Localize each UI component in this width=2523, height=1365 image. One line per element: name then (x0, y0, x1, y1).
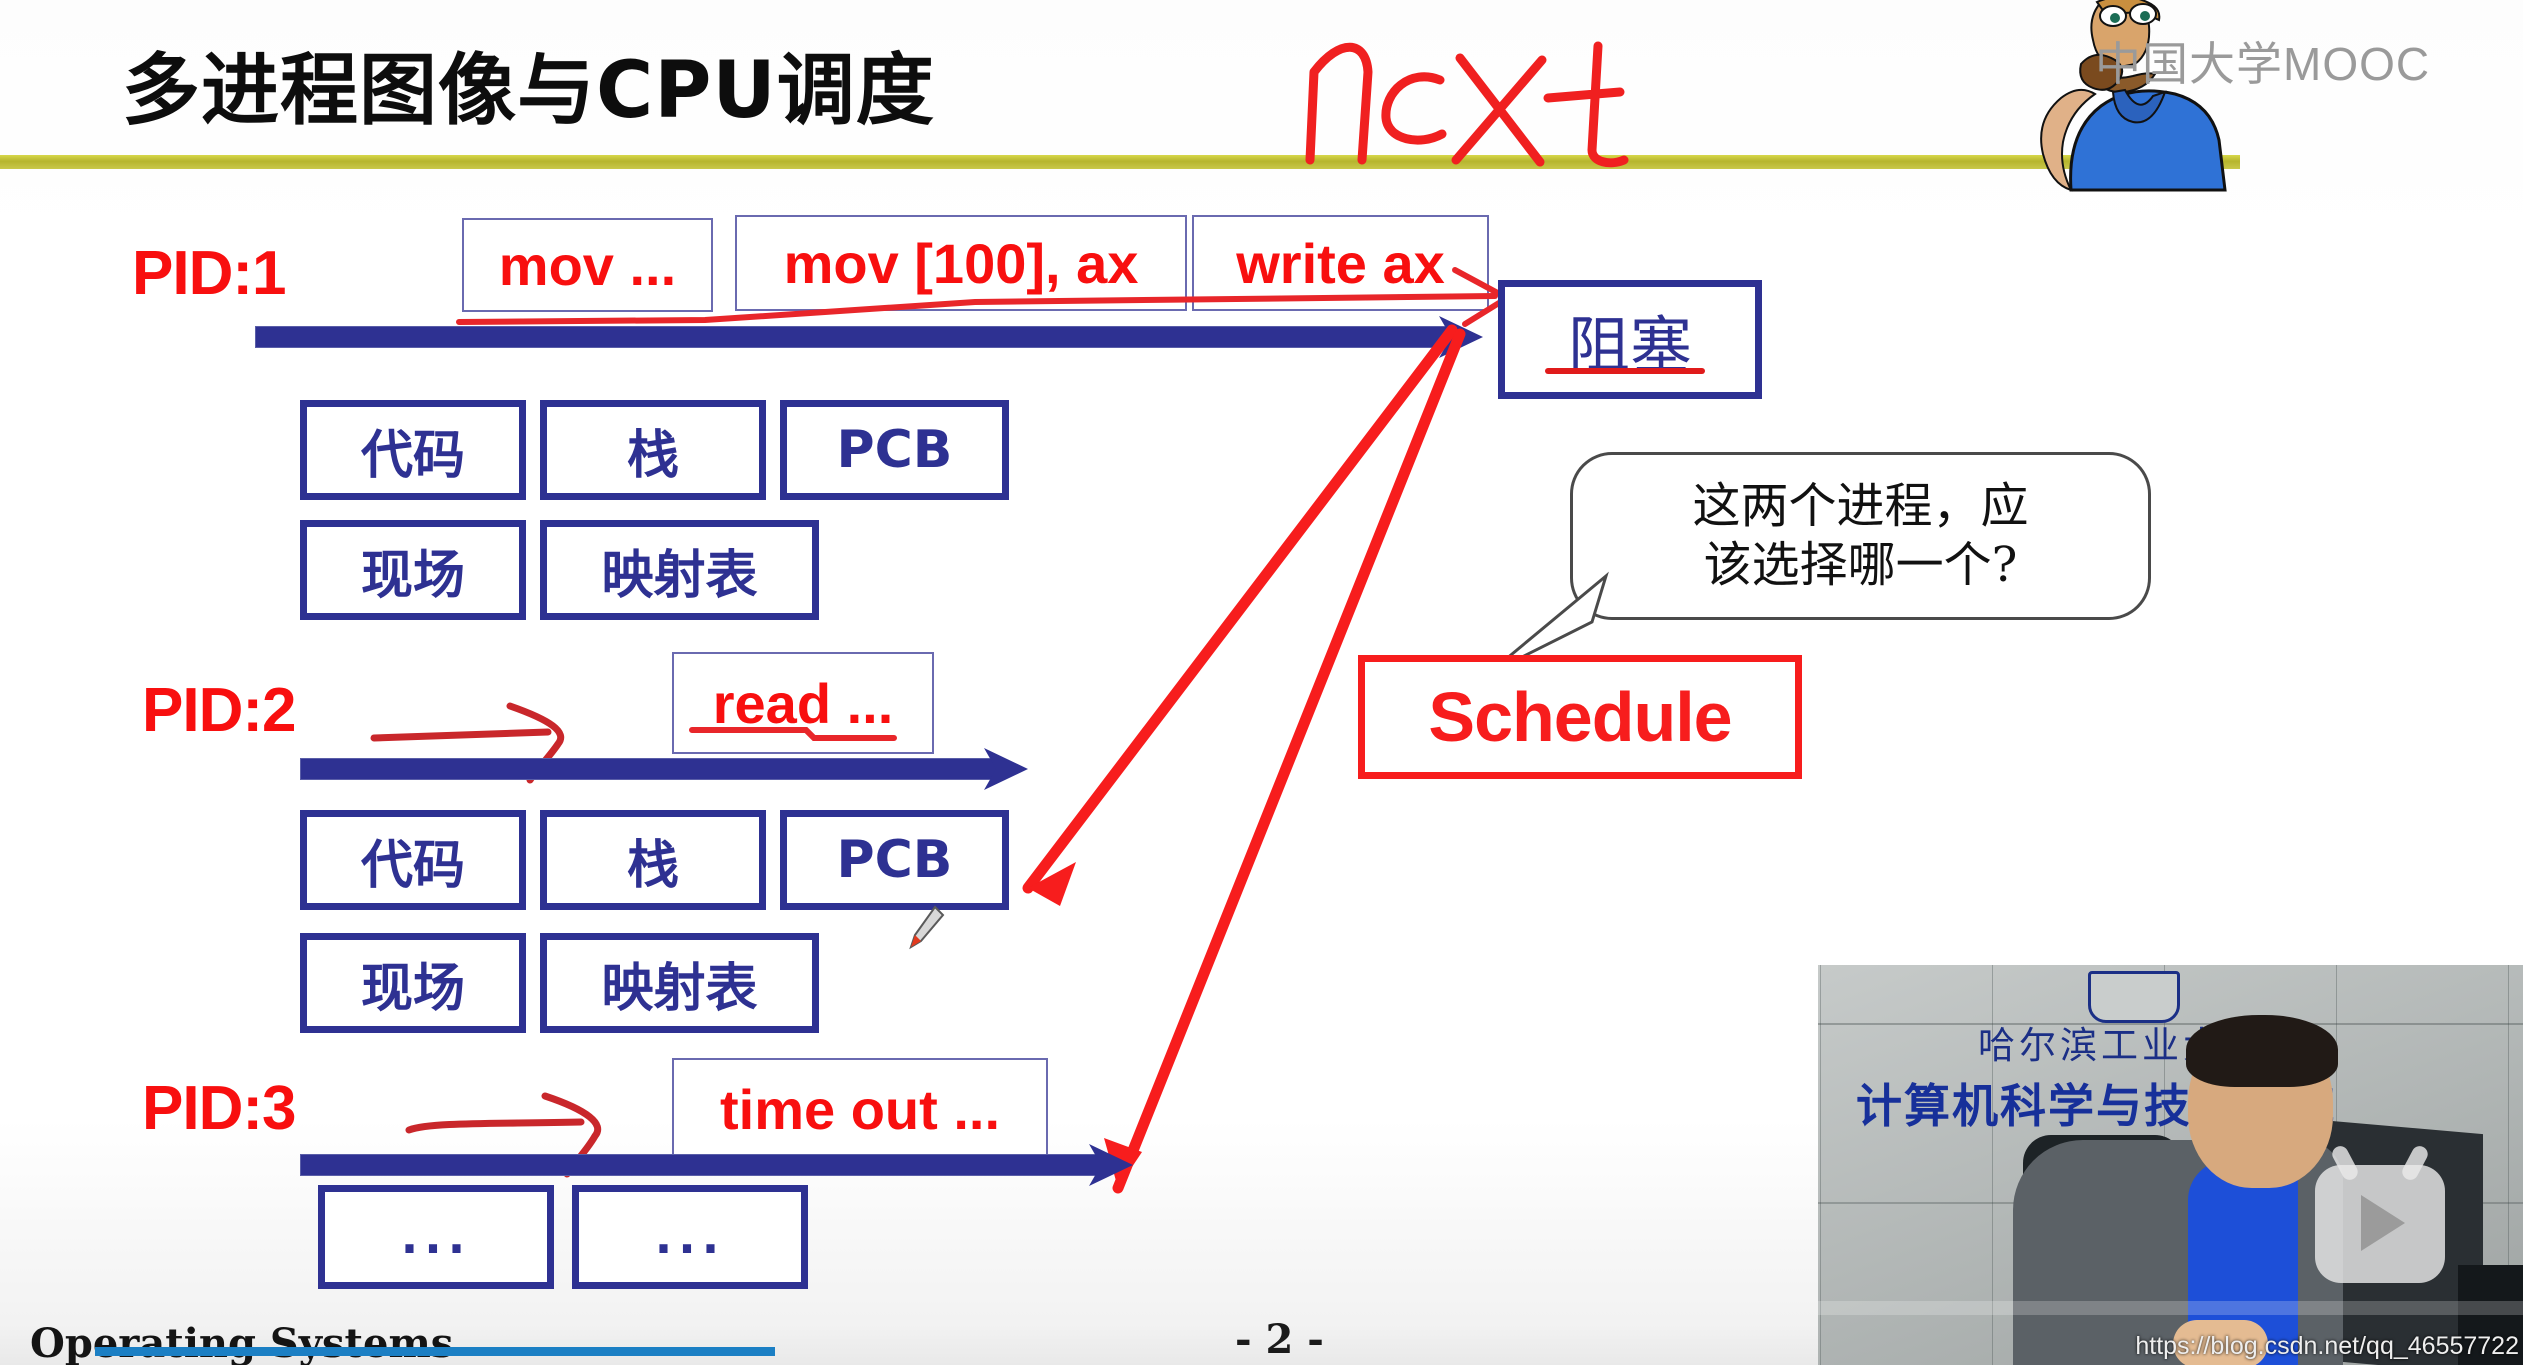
pid-1-block-code: 代码 (300, 400, 526, 500)
pid-3-instruction-timeout: time out ... (672, 1058, 1048, 1160)
schedule-label: Schedule (1428, 678, 1732, 756)
lecture-video-thumbnail[interactable]: 哈尔滨工业大学 计算机科学与技术学院 https://blog.csdn.net… (1818, 965, 2523, 1365)
video-lecturer-hair (2186, 1015, 2338, 1087)
pid-1-label: PID:1 (132, 239, 286, 308)
pid-2-timeline-arrow (300, 748, 1030, 790)
page-number: - 2 - (1235, 1316, 1324, 1363)
pid-2-block-code: 代码 (300, 810, 526, 910)
pid-3-label: PID:3 (142, 1074, 296, 1143)
pid-1-block-pcb: PCB (780, 400, 1009, 500)
play-button-icon[interactable] (2315, 1165, 2445, 1283)
schedule-box: Schedule (1358, 655, 1802, 779)
title-divider-rule (0, 155, 2240, 169)
handwritten-next-annotation (1280, 10, 1660, 170)
video-url-watermark: https://blog.csdn.net/qq_46557722 (2135, 1332, 2519, 1360)
pid-2-block-stack: 栈 (540, 810, 766, 910)
pid-1-block-context: 现场 (300, 520, 526, 620)
pen-cursor-icon (905, 905, 945, 951)
pid-1-block-stack: 栈 (540, 400, 766, 500)
page-title: 多进程图像与CPU调度 (122, 46, 935, 136)
pid-3-timeline-arrow (300, 1144, 1135, 1186)
pid-3-block-ellipsis-2: ... (572, 1185, 808, 1289)
video-scanline (1818, 1301, 2523, 1315)
pid-2-label: PID:2 (142, 676, 296, 745)
pid-2-read-underline (688, 718, 918, 744)
pid-1-block-maptable: 映射表 (540, 520, 819, 620)
footer-course-name: Operating Systems (30, 1320, 454, 1365)
pid-2-block-pcb: PCB (780, 810, 1009, 910)
question-speech-bubble: 这两个进程，应 该选择哪一个? (1570, 452, 2151, 620)
bubble-line-1: 这两个进程，应 (1692, 478, 2029, 535)
footer-strike-line (95, 1347, 775, 1356)
pid-3-block-ellipsis-1: ... (318, 1185, 554, 1289)
pid-2-block-maptable: 映射表 (540, 933, 819, 1033)
pid-2-block-context: 现场 (300, 933, 526, 1033)
bubble-line-2: 该选择哪一个? (1703, 537, 2018, 593)
slide-canvas: 多进程图像与CPU调度 中国大学MOOC PID:1 mov ... mov [… (0, 0, 2523, 1365)
mooc-watermark-text: 中国大学MOOC (2095, 38, 2431, 90)
blocked-state-underline (1545, 368, 1705, 374)
